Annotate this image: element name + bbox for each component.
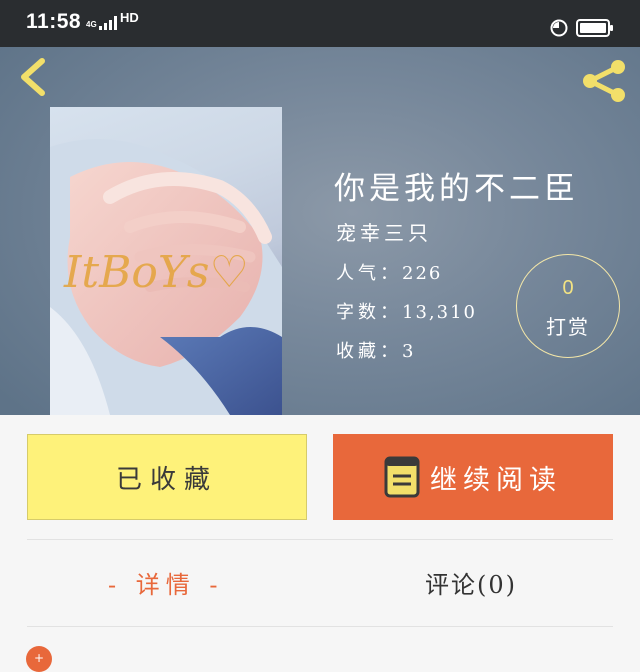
popularity-stat: 人气：226 xyxy=(336,259,442,285)
book-header: ItBoYs♡ 0 打赏 xyxy=(0,47,640,415)
divider xyxy=(27,626,613,627)
continue-reading-label: 继续阅读 xyxy=(430,464,562,496)
hd-voice-indicator: HD xyxy=(120,10,139,25)
favorites-label: 收藏： xyxy=(336,341,402,362)
alarm-icon xyxy=(550,19,568,37)
tip-button[interactable]: 0 打赏 xyxy=(516,254,620,358)
add-icon[interactable]: + xyxy=(26,646,52,672)
book-author[interactable]: 宠幸三只 xyxy=(336,217,432,246)
tab-detail[interactable]: - 详情 - xyxy=(108,565,223,600)
back-chevron-icon[interactable] xyxy=(14,57,54,97)
status-bar: 11:58 4G HD xyxy=(0,0,640,47)
cover-illustration: ItBoYs♡ xyxy=(50,139,282,415)
status-time: 11:58 xyxy=(26,10,82,33)
book-icon xyxy=(384,456,420,498)
popularity-value: 226 xyxy=(402,263,443,284)
cover-watermark: ItBoYs♡ xyxy=(63,247,249,298)
tip-count: 0 xyxy=(562,277,574,299)
continue-reading-button[interactable]: 继续阅读 xyxy=(333,434,613,520)
battery-icon xyxy=(576,19,613,37)
popularity-label: 人气： xyxy=(336,263,402,284)
wordcount-value: 13,310 xyxy=(402,302,477,323)
collected-label: 已收藏 xyxy=(115,464,218,495)
tip-label: 打赏 xyxy=(546,315,590,339)
book-cover-image[interactable]: ItBoYs♡ xyxy=(50,107,282,415)
collected-button[interactable]: 已收藏 xyxy=(27,434,307,520)
favorites-stat: 收藏：3 xyxy=(336,337,415,363)
tab-comments[interactable]: 评论(0) xyxy=(425,565,517,600)
share-icon[interactable] xyxy=(578,55,630,107)
divider xyxy=(27,539,613,540)
wordcount-stat: 字数：13,310 xyxy=(336,298,477,324)
book-title: 你是我的不二臣 xyxy=(334,171,579,207)
network-type: 4G xyxy=(86,20,97,29)
wordcount-label: 字数： xyxy=(336,302,402,323)
favorites-value: 3 xyxy=(402,341,416,362)
signal-icon xyxy=(99,16,117,30)
